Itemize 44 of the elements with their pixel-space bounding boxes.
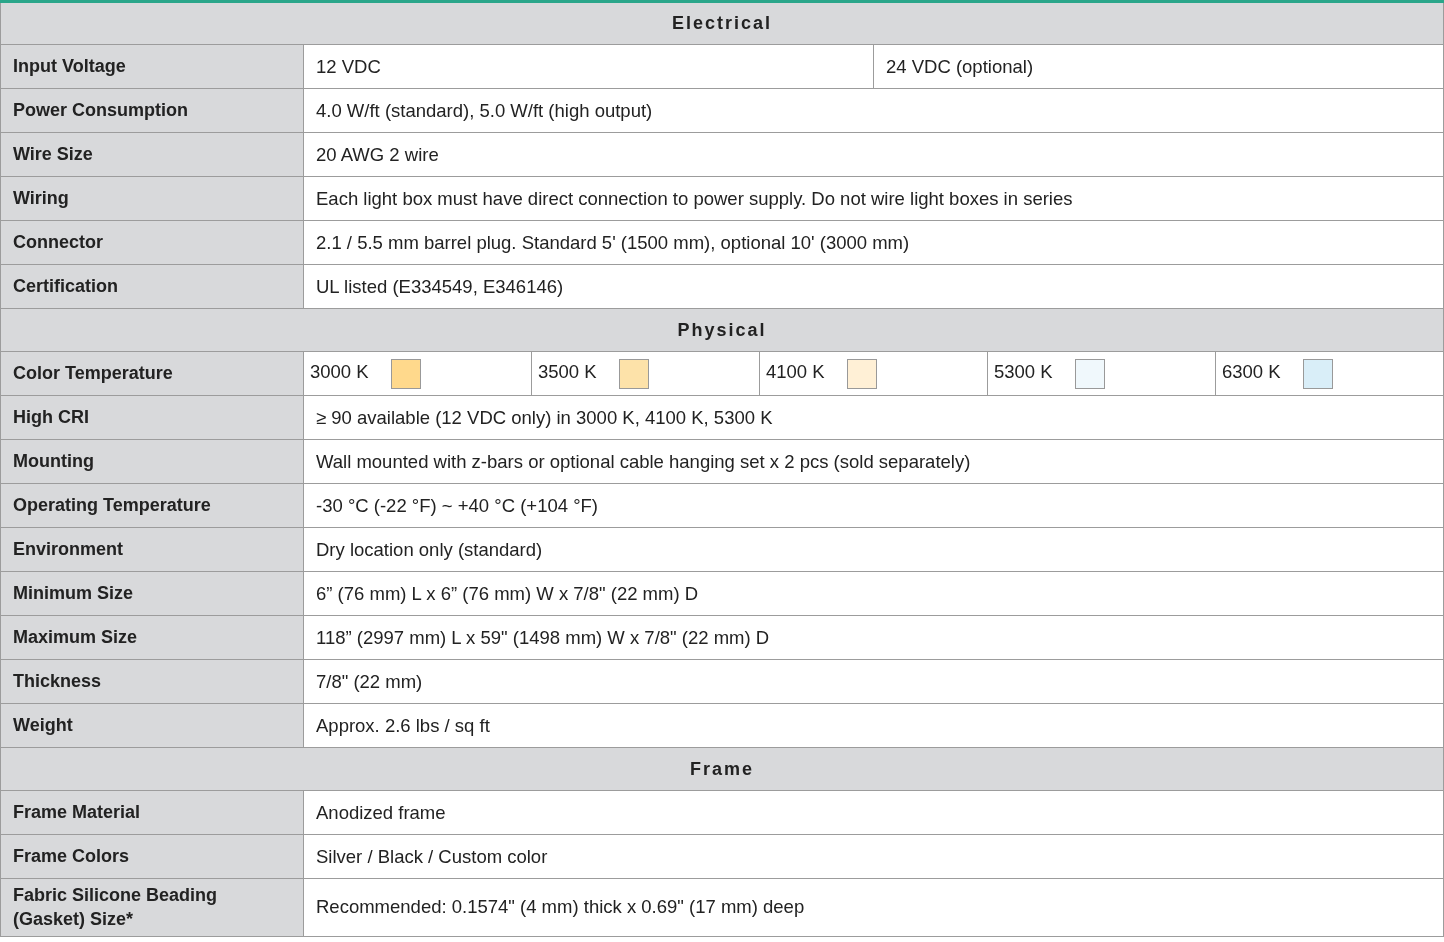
spec-label: Maximum Size <box>0 615 304 660</box>
color-temperature-value: 6300 K <box>1222 361 1281 383</box>
spec-label: Wiring <box>0 176 304 221</box>
spec-value: 2.1 / 5.5 mm barrel plug. Standard 5' (1500 mm), optional 10' (3000 mm) <box>303 220 1444 265</box>
spec-value: Dry location only (standard) <box>303 527 1444 572</box>
section-heading: Physical <box>0 308 1444 352</box>
spec-value: Recommended: 0.1574" (4 mm) thick x 0.69" (17 mm) deep <box>303 878 1444 937</box>
spec-label: Certification <box>0 264 304 309</box>
color-temperature-value: 3500 K <box>538 361 597 383</box>
spec-label: Fabric Silicone Beading (Gasket) Size* <box>0 878 304 937</box>
section-heading: Electrical <box>0 1 1444 45</box>
spec-value: 7/8" (22 mm) <box>303 659 1444 704</box>
spec-value: 118” (2997 mm) L x 59" (1498 mm) W x 7/8" (22 mm) D <box>303 615 1444 660</box>
spec-value: UL listed (E334549, E346146) <box>303 264 1444 309</box>
spec-label: High CRI <box>0 395 304 440</box>
spec-value: Silver / Black / Custom color <box>303 834 1444 879</box>
color-temperature-value: 3000 K <box>310 361 369 383</box>
spec-label: Power Consumption <box>0 88 304 133</box>
spec-value: Wall mounted with z-bars or optional cable hanging set x 2 pcs (sold separately) <box>303 439 1444 484</box>
spec-label: Color Temperature <box>0 351 304 396</box>
spec-value: 24 VDC (optional) <box>873 44 1444 89</box>
section-heading: Frame <box>0 747 1444 791</box>
color-temperature-value: 5300 K <box>994 361 1053 383</box>
spec-value: 6” (76 mm) L x 6” (76 mm) W x 7/8" (22 mm) D <box>303 571 1444 616</box>
spec-label: Thickness <box>0 659 304 704</box>
spec-value: -30 °C (-22 °F) ~ +40 °C (+104 °F) <box>303 483 1444 528</box>
spec-label: Mounting <box>0 439 304 484</box>
color-temperature-value: 4100 K <box>766 361 825 383</box>
spec-label: Frame Material <box>0 790 304 835</box>
spec-value: 4.0 W/ft (standard), 5.0 W/ft (high output) <box>303 88 1444 133</box>
spec-label: Wire Size <box>0 132 304 177</box>
spec-value: 20 AWG 2 wire <box>303 132 1444 177</box>
spec-value: Each light box must have direct connection to power supply. Do not wire light boxes in series <box>303 176 1444 221</box>
spec-label: Input Voltage <box>0 44 304 89</box>
spec-label: Connector <box>0 220 304 265</box>
spec-value: Approx. 2.6 lbs / sq ft <box>303 703 1444 748</box>
spec-value: 12 VDC <box>303 44 874 89</box>
spec-value: ≥ 90 available (12 VDC only) in 3000 K, 4100 K, 5300 K <box>303 395 1444 440</box>
spec-value: Anodized frame <box>303 790 1444 835</box>
spec-label: Minimum Size <box>0 571 304 616</box>
spec-label: Frame Colors <box>0 834 304 879</box>
spec-label: Operating Temperature <box>0 483 304 528</box>
spec-label: Weight <box>0 703 304 748</box>
spec-label: Environment <box>0 527 304 572</box>
